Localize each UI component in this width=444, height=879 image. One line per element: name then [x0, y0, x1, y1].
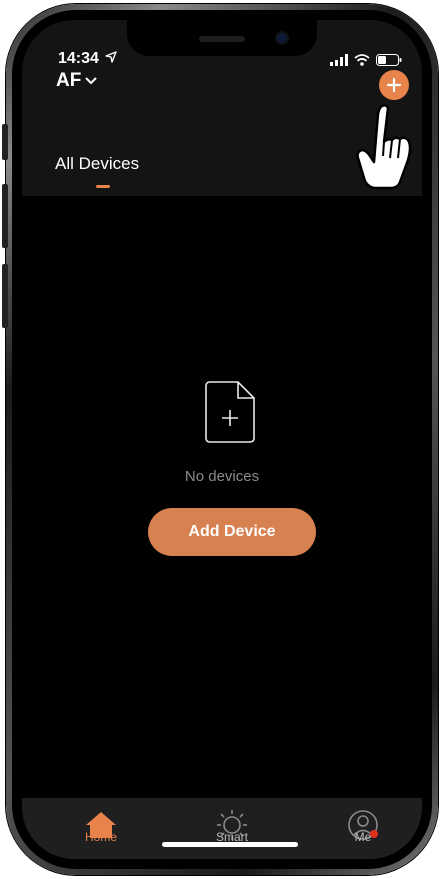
wifi-icon [354, 54, 370, 66]
chevron-down-icon [85, 77, 98, 85]
front-camera [277, 33, 287, 43]
tab-smart[interactable]: Smart [187, 798, 277, 848]
home-selector[interactable]: AF [56, 70, 98, 92]
home-indicator [162, 842, 298, 847]
signal-icon [330, 54, 348, 66]
bottom-tab-bar: Home Smart Me [22, 798, 422, 859]
home-name: AF [56, 70, 82, 91]
tab-all-devices[interactable]: All Devices [55, 154, 139, 174]
phone-mute-switch [2, 124, 8, 160]
empty-message: No devices [184, 468, 260, 485]
pointing-hand-icon [356, 104, 412, 190]
add-document-icon [204, 380, 258, 451]
phone-volume-up [2, 184, 8, 248]
add-button[interactable] [379, 70, 409, 100]
tab-me-label: Me [354, 830, 372, 844]
battery-icon [376, 54, 402, 66]
speaker [199, 36, 245, 42]
notch [127, 20, 317, 56]
tab-home-label: Home [84, 830, 117, 844]
tab-active-indicator [96, 185, 110, 188]
tab-me[interactable]: Me [318, 798, 408, 848]
add-device-button[interactable]: Add Device [148, 508, 316, 556]
location-arrow-icon [105, 51, 118, 63]
status-time: 14:34 [58, 50, 118, 68]
status-indicators [330, 54, 402, 66]
status-time-label: 14:34 [58, 50, 99, 67]
plus-icon [386, 77, 402, 93]
tab-home[interactable]: Home [56, 798, 146, 848]
phone-volume-down [2, 264, 8, 328]
